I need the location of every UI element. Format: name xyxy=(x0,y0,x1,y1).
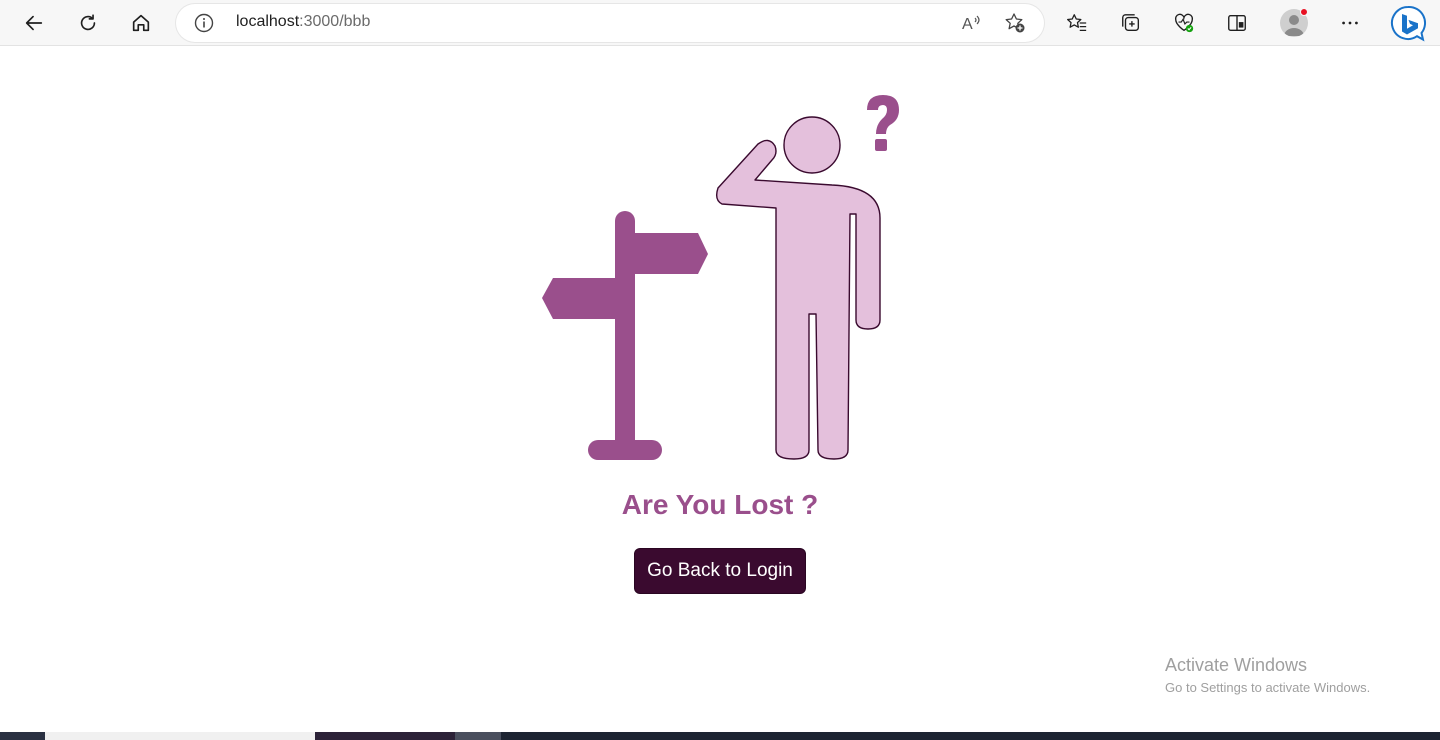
split-screen-icon xyxy=(1228,14,1246,32)
more-menu-button[interactable] xyxy=(1332,5,1368,41)
notification-dot xyxy=(1300,8,1308,16)
address-bar[interactable]: localhost:3000/bbb A xyxy=(176,4,1044,42)
go-back-to-login-button[interactable]: Go Back to Login xyxy=(635,549,805,593)
taskbar-active-app[interactable] xyxy=(455,732,501,740)
more-menu-icon xyxy=(1342,21,1358,25)
windows-taskbar xyxy=(0,732,1440,740)
taskbar-start-area[interactable] xyxy=(0,732,45,740)
home-button[interactable] xyxy=(123,5,159,41)
browser-essentials-button[interactable] xyxy=(1166,5,1202,41)
url-path: :3000/bbb xyxy=(299,13,371,30)
browser-essentials-icon xyxy=(1174,13,1194,33)
taskbar-app-area[interactable] xyxy=(315,732,455,740)
refresh-icon xyxy=(80,14,96,31)
back-button[interactable] xyxy=(16,5,52,41)
bing-copilot-icon[interactable] xyxy=(1388,4,1428,44)
url-host: localhost xyxy=(236,13,300,30)
favorites-icon xyxy=(1067,14,1087,31)
back-arrow-icon xyxy=(25,15,43,31)
signpost-icon xyxy=(542,211,708,460)
refresh-button[interactable] xyxy=(70,5,106,41)
page-title: Are You Lost ? xyxy=(621,489,819,520)
read-aloud-icon[interactable]: A xyxy=(960,12,982,34)
split-screen-button[interactable] xyxy=(1219,5,1255,41)
info-icon[interactable] xyxy=(194,13,214,33)
home-icon xyxy=(132,14,150,32)
activate-windows-subtitle: Go to Settings to activate Windows. xyxy=(1165,680,1371,695)
taskbar-search-box[interactable] xyxy=(45,732,315,740)
favorites-button[interactable] xyxy=(1059,5,1095,41)
lost-person-signpost-illustration xyxy=(542,95,899,460)
question-mark-icon xyxy=(867,95,899,151)
browser-toolbar: localhost:3000/bbb A xyxy=(0,0,1440,46)
url-text[interactable]: localhost:3000/bbb xyxy=(236,13,370,31)
collections-button[interactable] xyxy=(1113,5,1149,41)
collections-icon xyxy=(1122,14,1140,32)
add-favorite-icon[interactable] xyxy=(1004,12,1026,34)
activate-windows-title: Activate Windows xyxy=(1165,655,1308,675)
confused-person-icon xyxy=(715,116,881,460)
svg-text:A: A xyxy=(962,16,973,33)
